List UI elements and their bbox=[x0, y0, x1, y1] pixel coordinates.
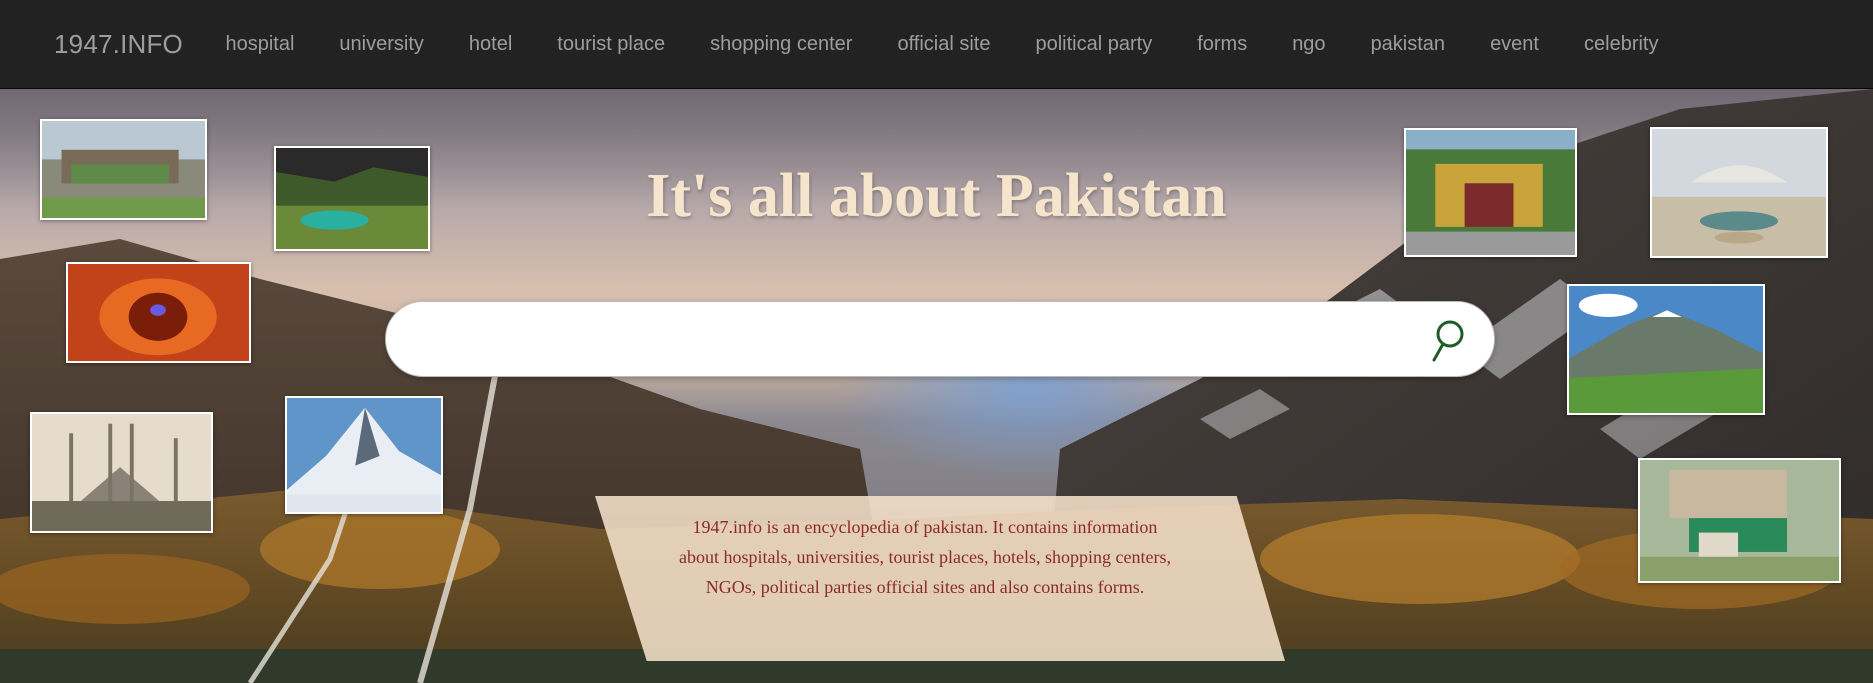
lake-image bbox=[276, 148, 428, 249]
photo-valley-thumbnail[interactable] bbox=[1567, 284, 1765, 415]
nav-link-ngo[interactable]: ngo bbox=[1270, 33, 1348, 56]
nav-links: hospital university hotel tourist place … bbox=[203, 33, 1681, 56]
brand-logo-link[interactable]: 1947.INFO bbox=[54, 29, 183, 60]
nav-link-hospital[interactable]: hospital bbox=[203, 33, 317, 56]
k2-mountain-image bbox=[287, 398, 441, 512]
photo-faisal-mosque-thumbnail[interactable] bbox=[30, 412, 213, 533]
photo-salt-mine-thumbnail[interactable] bbox=[66, 262, 251, 363]
nav-link-pakistan[interactable]: pakistan bbox=[1348, 33, 1468, 56]
search-input[interactable] bbox=[420, 312, 1380, 368]
nav-link-forms[interactable]: forms bbox=[1175, 33, 1270, 56]
photo-mausoleum-thumbnail[interactable] bbox=[1650, 127, 1828, 258]
photo-k2-thumbnail[interactable] bbox=[285, 396, 443, 514]
info-text: 1947.info is an encyclopedia of pakistan… bbox=[679, 517, 1171, 597]
temple-ruins-image bbox=[1640, 460, 1839, 581]
salt-mine-image bbox=[68, 264, 249, 361]
photo-temple-ruins-thumbnail[interactable] bbox=[1638, 458, 1841, 583]
fort-image bbox=[42, 121, 205, 218]
hero-section: It's all about Pakistan 1947.info is an … bbox=[0, 89, 1873, 683]
search-icon bbox=[1432, 320, 1464, 362]
search-bar bbox=[385, 301, 1495, 377]
nav-link-shopping-center[interactable]: shopping center bbox=[688, 33, 875, 56]
nav-link-hotel[interactable]: hotel bbox=[446, 33, 534, 56]
valley-image bbox=[1569, 286, 1763, 413]
nav-link-event[interactable]: event bbox=[1468, 33, 1562, 56]
mausoleum-image bbox=[1652, 129, 1826, 256]
search-button[interactable] bbox=[1422, 314, 1474, 366]
nav-link-official-site[interactable]: official site bbox=[875, 33, 1013, 56]
nav-link-university[interactable]: university bbox=[317, 33, 446, 56]
shrine-image bbox=[1406, 130, 1575, 255]
navbar: 1947.INFO hospital university hotel tour… bbox=[0, 0, 1873, 89]
photo-fort-thumbnail[interactable] bbox=[40, 119, 207, 220]
photo-lake-thumbnail[interactable] bbox=[274, 146, 430, 251]
info-panel: 1947.info is an encyclopedia of pakistan… bbox=[595, 496, 1285, 661]
nav-link-tourist-place[interactable]: tourist place bbox=[535, 33, 688, 56]
nav-link-political-party[interactable]: political party bbox=[1013, 33, 1175, 56]
faisal-mosque-image bbox=[32, 414, 211, 531]
nav-link-celebrity[interactable]: celebrity bbox=[1562, 33, 1681, 56]
photo-shrine-thumbnail[interactable] bbox=[1404, 128, 1577, 257]
